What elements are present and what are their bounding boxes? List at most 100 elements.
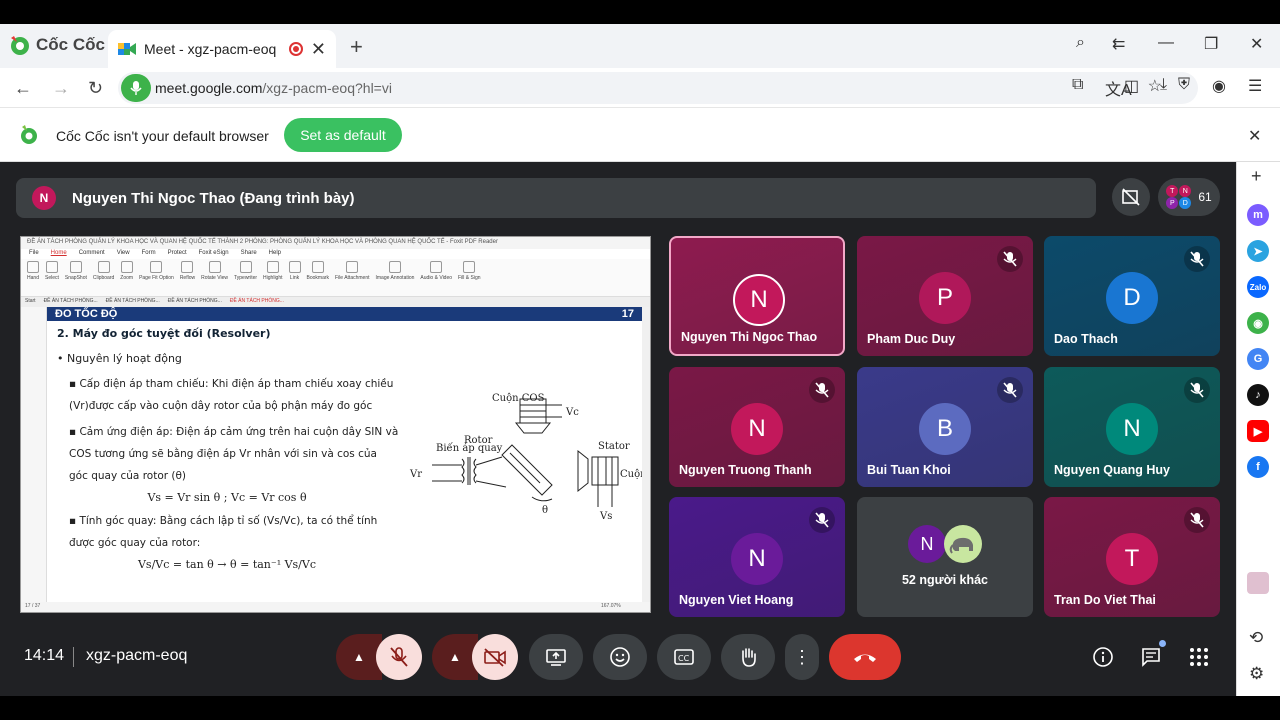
slide-page: ĐO TỐC ĐỘ 17 2. Máy đo góc tuyệt đối (Res… — [47, 307, 642, 604]
download-icon[interactable]: ⤓ — [1160, 76, 1167, 94]
messenger-icon[interactable]: m — [1247, 204, 1269, 226]
url-bar[interactable]: meet.google.com/xgz-pacm-eoq?hl=vi 文A ☆ … — [118, 72, 1198, 104]
infobar-message: Cốc Cốc isn't your default browser — [56, 128, 269, 144]
settings-gear-icon[interactable]: ⚙ — [1249, 664, 1264, 684]
participant-tile[interactable]: P Pham Duc Duy — [857, 236, 1033, 356]
minimize-icon[interactable]: — — [1158, 34, 1174, 52]
youtube-icon[interactable]: ▶ — [1247, 420, 1269, 442]
browser-brand[interactable]: Cốc Cốc — [8, 34, 105, 56]
split-view-icon[interactable]: ◫ — [1124, 76, 1139, 96]
mic-button[interactable] — [376, 634, 422, 680]
participants-button[interactable]: TN PD 61 — [1158, 178, 1220, 216]
participant-count: 61 — [1198, 190, 1212, 204]
hang-up-icon — [854, 654, 876, 662]
leave-call-button[interactable] — [829, 634, 901, 680]
mic-off-icon — [390, 647, 408, 667]
brand-name: Cốc Cốc — [36, 35, 105, 54]
participant-tile[interactable]: N Nguyen Quang Huy — [1044, 367, 1220, 487]
recording-icon — [288, 42, 303, 56]
tiktok-icon[interactable]: ♪ — [1247, 384, 1269, 406]
participant-tile[interactable]: N Nguyen Truong Thanh — [669, 367, 845, 487]
zalo-icon[interactable]: Zalo — [1247, 276, 1269, 298]
participant-name: Nguyen Quang Huy — [1054, 463, 1170, 477]
close-window-icon[interactable]: ✕ — [1250, 34, 1263, 54]
more-options-button[interactable]: ⋮ — [785, 634, 819, 680]
participant-tile[interactable]: B Bui Tuan Khoi — [857, 367, 1033, 487]
tab-search-icon[interactable]: ⌕ — [1076, 34, 1085, 52]
activities-button[interactable] — [1182, 640, 1216, 674]
foxit-doc-tabs: Start ĐỀ ÁN TÁCH PHÒNG... ĐỀ ÁN TÁCH PHÒNG… — [21, 297, 650, 307]
telegram-icon[interactable]: ➤ — [1247, 240, 1269, 262]
svg-text:Vr: Vr — [409, 469, 422, 480]
participant-avatar: N — [733, 274, 785, 326]
slide-subbullet: ▪ Cấp điện áp tham chiếu: Khi điện áp th… — [69, 378, 394, 412]
muted-mic-icon — [809, 377, 835, 403]
back-icon[interactable]: ← — [14, 78, 32, 99]
reactions-button[interactable] — [593, 634, 647, 680]
chat-button[interactable] — [1134, 640, 1168, 674]
foxit-title: ĐỀ ÁN TÁCH PHÒNG QUẢN LÝ KHOA HỌC VÀ QUA… — [21, 237, 650, 249]
emoji-icon — [610, 647, 630, 667]
add-sidebar-icon[interactable]: + — [1251, 166, 1262, 187]
back-forward-cache-icon[interactable]: ⇇ — [1112, 34, 1125, 54]
layout-button[interactable] — [1112, 178, 1150, 216]
svg-text:Cuộn COS: Cuộn COS — [492, 393, 545, 404]
menu-icon[interactable]: ☰ — [1248, 76, 1262, 96]
google-translate-icon[interactable]: G — [1247, 348, 1269, 370]
captions-button[interactable]: CC — [657, 634, 711, 680]
foxit-status-bar: 17 / 37 167.07% — [21, 602, 650, 612]
hand-icon — [742, 648, 756, 667]
meeting-info-button[interactable] — [1086, 640, 1120, 674]
chat-notification-dot — [1159, 640, 1166, 647]
raise-hand-button[interactable] — [721, 634, 775, 680]
participant-avatar: P — [919, 272, 971, 324]
slide-subbullet: ▪ Cảm ứng điện áp: Điện áp cảm ứng trên … — [69, 426, 399, 482]
muted-mic-icon — [1184, 507, 1210, 533]
present-button[interactable] — [529, 634, 583, 680]
info-icon — [1093, 647, 1113, 667]
mic-permission-icon[interactable] — [121, 74, 151, 102]
participant-name: Nguyen Thi Ngoc Thao — [681, 330, 818, 344]
participant-tile[interactable]: N Nguyen Viet Hoang — [669, 497, 845, 617]
slide-header: ĐO TỐC ĐỘ 17 — [47, 307, 642, 321]
url-text: meet.google.com/xgz-pacm-eoq?hl=vi — [155, 80, 392, 96]
facebook-icon[interactable]: f — [1247, 456, 1269, 478]
meeting-code: xgz-pacm-eoq — [86, 647, 188, 664]
svg-text:Biến áp quay: Biến áp quay — [436, 443, 503, 454]
participant-name: Dao Thach — [1054, 332, 1118, 346]
profile-icon[interactable]: ◉ — [1212, 76, 1226, 96]
participant-avatar: N — [731, 533, 783, 585]
meet-favicon-icon — [118, 43, 136, 55]
participant-tile[interactable]: N Nguyen Thi Ngoc Thao — [669, 236, 845, 356]
muted-mic-icon — [997, 377, 1023, 403]
extensions-icon[interactable]: ⧉ — [1072, 76, 1083, 94]
forward-icon[interactable]: → — [52, 78, 70, 99]
coccoc-logo-icon — [11, 36, 29, 55]
participant-avatars: TN PD — [1166, 185, 1192, 209]
svg-text:Vc: Vc — [565, 407, 579, 418]
participant-tile[interactable]: D Dao Thach — [1044, 236, 1220, 356]
game-icon[interactable]: ◉ — [1247, 312, 1269, 334]
participant-tile[interactable]: T Tran Do Viet Thai — [1044, 497, 1220, 617]
close-infobar-icon[interactable]: ✕ — [1248, 126, 1261, 146]
participant-name: Bui Tuan Khoi — [867, 463, 951, 477]
history-icon[interactable]: ⟲ — [1249, 628, 1263, 648]
set-default-button[interactable]: Set as default — [284, 118, 402, 152]
others-tile[interactable]: N 52 người khác — [857, 497, 1033, 617]
shield-icon[interactable]: ⛨ — [1178, 76, 1190, 100]
participant-name: Nguyen Truong Thanh — [679, 463, 812, 477]
new-tab-icon[interactable]: + — [350, 34, 363, 60]
apps-grid-icon — [1190, 648, 1208, 666]
user-avatar-icon[interactable] — [1247, 572, 1269, 594]
resolver-diagram: Cuộn COS Vc Rotor Stator Biến áp quay Cu… — [409, 393, 642, 522]
camera-off-icon — [484, 648, 506, 667]
restore-icon[interactable]: ❐ — [1204, 34, 1218, 54]
tab-meet[interactable]: Meet - xgz-pacm-eoq ✕ — [108, 30, 336, 68]
close-tab-icon[interactable]: ✕ — [311, 40, 326, 58]
screen: Cốc Cốc Meet - xgz-pacm-eoq ✕ + ⌕ ⇇ — ❐ … — [0, 0, 1280, 720]
foxit-menu: File Home Comment View Form Protect Foxit eSig… — [21, 249, 650, 259]
elephant-avatar-icon — [944, 525, 982, 563]
camera-button[interactable] — [472, 634, 518, 680]
reload-icon[interactable]: ↻ — [88, 78, 103, 99]
svg-text:CC: CC — [678, 654, 690, 663]
